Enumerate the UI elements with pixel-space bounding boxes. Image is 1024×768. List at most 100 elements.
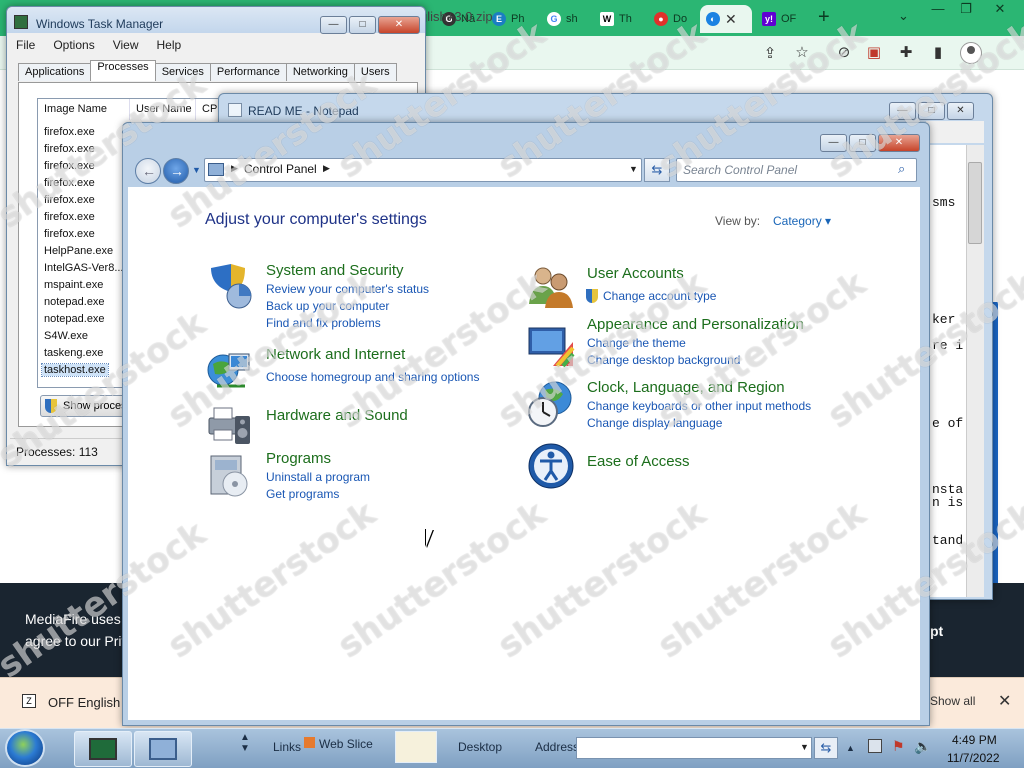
breadcrumb-chevron-icon[interactable]: ▶ [231,163,238,174]
refresh-button[interactable]: ⇆ [644,158,670,182]
profile-avatar[interactable] [960,42,982,64]
table-row[interactable]: S4W.exe [44,330,88,342]
maximize-button[interactable]: □ [349,16,376,34]
table-row[interactable]: mspaint.exe [44,279,103,291]
monitor-palette-icon[interactable] [527,322,575,370]
close-tab-icon[interactable]: ✕ [725,11,737,28]
category-clock-language[interactable]: Clock, Language, and Region [587,379,785,396]
link-find-fix[interactable]: Find and fix problems [266,316,381,330]
clock-date[interactable]: 11/7/2022 [947,751,1000,765]
link-back-up[interactable]: Back up your computer [266,299,389,313]
close-button[interactable]: ✕ [947,102,974,120]
menu-file[interactable]: File [16,38,35,52]
close-icon[interactable]: ✕ [998,691,1011,711]
link-change-theme[interactable]: Change the theme [587,336,686,350]
category-user-accounts[interactable]: User Accounts [587,265,684,282]
ease-access-icon[interactable] [527,442,575,490]
category-network-internet[interactable]: Network and Internet [266,346,405,363]
tab-services[interactable]: Services [154,63,211,81]
category-hardware-sound[interactable]: Hardware and Sound [266,407,408,424]
address-dropdown-icon[interactable]: ▼ [800,742,809,752]
network-tray-icon[interactable] [868,739,882,753]
taskbar-address-input[interactable] [576,737,812,759]
network-globe-icon[interactable] [205,346,253,394]
start-button[interactable] [5,729,45,767]
browser-tab[interactable]: G sh [541,5,584,33]
tab-users[interactable]: Users [353,63,397,81]
web-slice-link[interactable]: Web Slice [319,737,373,751]
download-item[interactable]: OFF English 3 [48,695,131,710]
column-image-name[interactable]: Image Name [38,99,130,120]
browser-tab[interactable]: W Th [594,5,638,33]
taskbar-task-manager[interactable] [74,731,132,767]
taskbar-control-panel[interactable] [134,731,192,767]
table-row[interactable]: firefox.exe [44,143,95,155]
extension-icon[interactable]: ⊘ [834,43,854,61]
category-system-security[interactable]: System and Security [266,262,404,279]
maximize-button[interactable]: □ [918,102,945,120]
back-button[interactable]: ← [135,158,161,184]
close-button[interactable]: ✕ [878,134,920,152]
link-review-status[interactable]: Review your computer's status [266,282,429,296]
tab-search-button[interactable]: ⌄ [898,8,909,24]
address-dropdown-icon[interactable]: ▼ [629,164,638,174]
tab-performance[interactable]: Performance [209,63,287,81]
minimize-button[interactable]: — [889,102,916,120]
link-homegroup[interactable]: Choose homegroup and sharing options [266,370,479,384]
minimize-button[interactable]: — [320,16,347,34]
volume-muted-icon[interactable]: 🔈 [914,738,931,755]
accept-button[interactable]: pt [930,623,943,639]
breadcrumb-chevron-icon[interactable]: ▶ [323,163,330,174]
shield-security-icon[interactable] [205,262,253,310]
tab-networking[interactable]: Networking [285,63,355,81]
puzzle-icon[interactable]: ✚ [896,43,916,61]
scrollbar-thumb[interactable] [968,162,982,244]
table-row[interactable]: firefox.exe [44,211,95,223]
clock-globe-icon[interactable] [527,380,575,428]
show-hidden-icons[interactable]: ▲ [846,743,855,753]
link-change-keyboards[interactable]: Change keyboards or other input methods [587,399,811,413]
menu-help[interactable]: Help [157,38,182,52]
breadcrumb[interactable]: Control Panel [244,162,317,176]
table-row[interactable]: IntelGAS-Ver8... [44,262,123,274]
clock-time[interactable]: 4:49 PM [952,733,997,747]
browser-tab[interactable]: E Ph [486,5,530,33]
link-get-programs[interactable]: Get programs [266,487,339,501]
forward-button[interactable]: → [163,158,189,184]
bookmark-star-icon[interactable]: ☆ [792,43,812,61]
tab-processes[interactable]: Processes [90,60,156,81]
maximize-button[interactable]: □ [849,134,876,152]
table-row[interactable]: HelpPane.exe [44,245,113,257]
extension-icon[interactable]: ▣ [864,43,884,61]
programs-box-icon[interactable] [205,450,253,498]
link-uninstall[interactable]: Uninstall a program [266,470,370,484]
category-appearance[interactable]: Appearance and Personalization [587,316,804,333]
desktop-toolbar[interactable]: Desktop [458,740,502,754]
close-button[interactable]: ✕ [378,16,420,34]
table-row[interactable]: taskeng.exe [44,347,103,359]
table-row-selected[interactable]: taskhost.exe [41,363,109,377]
toolbar-scroll-icon[interactable]: ▲ ▼ [240,732,250,754]
link-display-language[interactable]: Change display language [587,416,722,430]
share-icon[interactable]: ⇪ [760,44,780,62]
action-center-icon[interactable]: ⚑ [892,738,905,755]
search-input[interactable]: Search Control Panel [676,158,917,182]
column-user-name[interactable]: User Name [130,99,196,120]
browser-tab[interactable]: ● Do [648,5,693,33]
tab-applications[interactable]: Applications [18,63,92,81]
table-row[interactable]: firefox.exe [44,126,95,138]
minimize-button[interactable]: — [820,134,847,152]
link-change-account-type[interactable]: Change account type [603,289,716,303]
category-programs[interactable]: Programs [266,450,331,467]
paint-quicklaunch-icon[interactable] [395,731,437,763]
link-change-background[interactable]: Change desktop background [587,353,740,367]
sidepanel-icon[interactable]: ▮ [928,43,948,61]
printer-speaker-icon[interactable] [205,400,253,448]
menu-view[interactable]: View [113,38,139,52]
close-icon[interactable]: ✕ [984,0,1016,20]
browser-tab-active[interactable]: ◐ ✕ [700,5,752,33]
menu-options[interactable]: Options [53,38,94,52]
recent-pages-icon[interactable]: ▼ [192,165,201,175]
address-bar-text[interactable]: glish+3.0.zip [420,9,493,24]
view-by-dropdown[interactable]: Category ▾ [773,214,831,228]
